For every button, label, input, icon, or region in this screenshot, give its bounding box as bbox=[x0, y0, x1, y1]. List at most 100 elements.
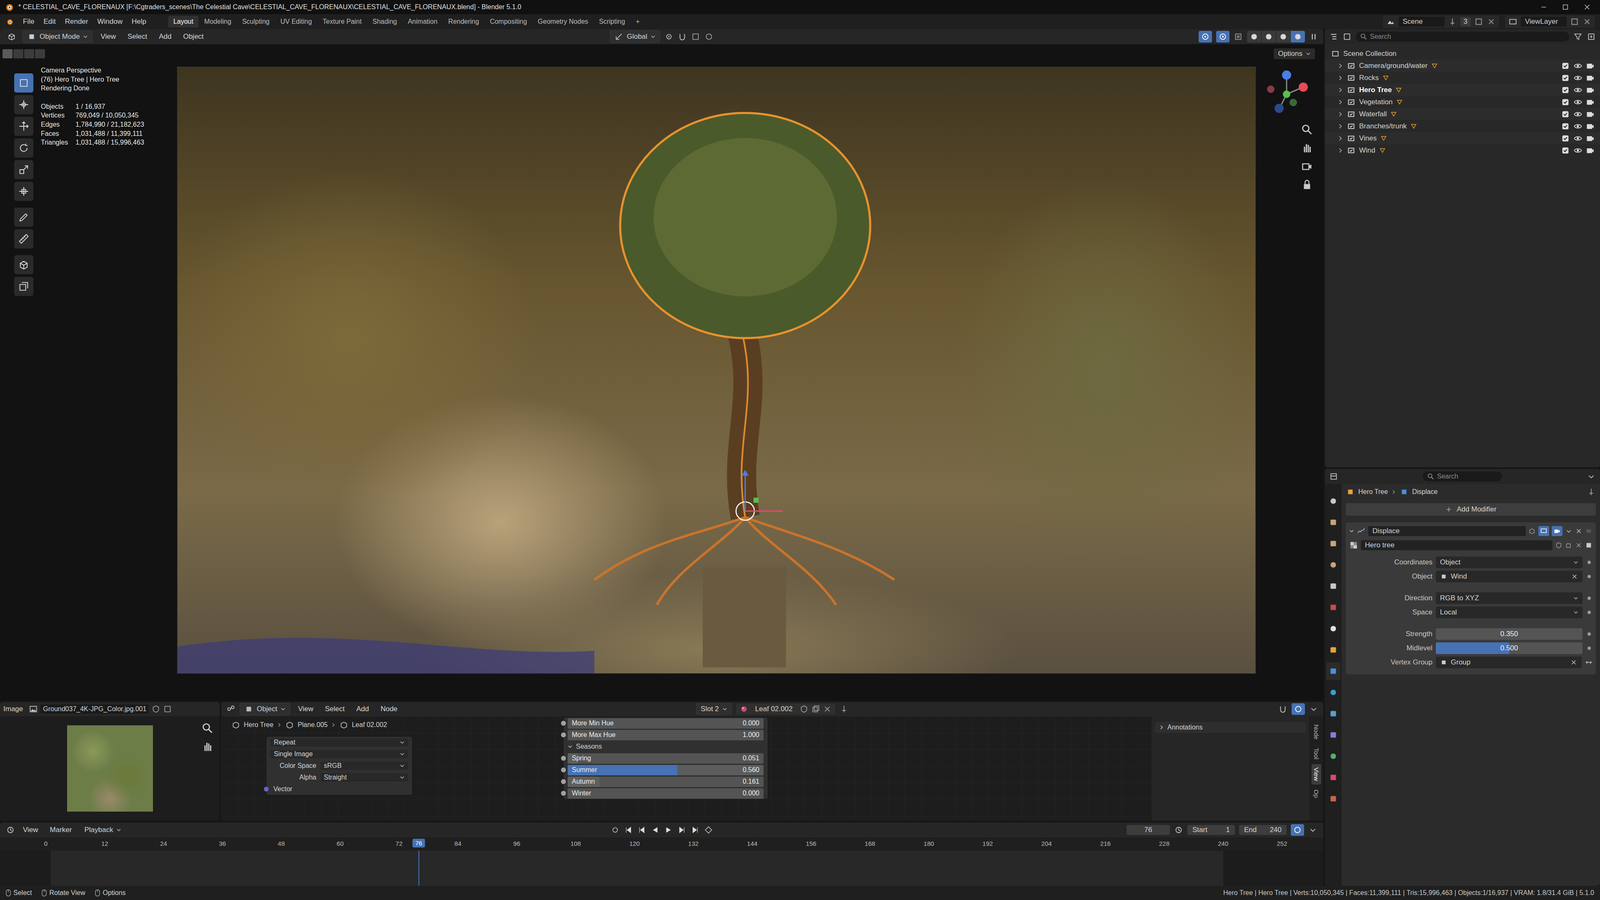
outliner-row[interactable]: Wind bbox=[1324, 144, 1600, 157]
duplicate-icon[interactable] bbox=[811, 704, 821, 714]
eye-icon[interactable] bbox=[1573, 85, 1583, 95]
outliner-row[interactable]: Hero Tree bbox=[1324, 83, 1600, 96]
pause-render-icon[interactable] bbox=[1309, 32, 1319, 42]
properties-tab[interactable] bbox=[1326, 534, 1341, 553]
tool-button[interactable] bbox=[14, 207, 34, 227]
properties-tab[interactable] bbox=[1326, 577, 1341, 595]
next-keyframe-icon[interactable] bbox=[677, 825, 687, 835]
image-texture-node[interactable]: Repeat Single Image Color Space sRGB Alp… bbox=[265, 736, 413, 796]
modifier-name-field[interactable]: Displace bbox=[1368, 525, 1526, 536]
outliner-row[interactable]: Branches/trunk bbox=[1324, 120, 1600, 133]
properties-editor-icon[interactable] bbox=[1329, 471, 1339, 481]
expand-arrow-icon[interactable] bbox=[1337, 147, 1344, 154]
checkbox-icon[interactable] bbox=[1560, 133, 1570, 143]
drag-handle-icon[interactable] bbox=[1584, 527, 1593, 535]
scene-selector[interactable]: Scene 3 bbox=[1382, 15, 1500, 28]
node-panel-header[interactable]: Seasons bbox=[567, 740, 764, 753]
options-dropdown[interactable]: Options bbox=[1273, 48, 1315, 60]
checkbox-icon[interactable] bbox=[1560, 97, 1570, 107]
input-socket[interactable] bbox=[560, 778, 567, 785]
rendered-camera-view[interactable] bbox=[177, 67, 1256, 674]
number-field[interactable]: 0.350 bbox=[1435, 628, 1583, 640]
invert-icon[interactable] bbox=[1584, 658, 1593, 667]
add-modifier-button[interactable]: Add Modifier bbox=[1345, 503, 1596, 516]
selection-mode-button[interactable] bbox=[24, 49, 35, 59]
close-icon[interactable] bbox=[1583, 3, 1591, 11]
outliner-row[interactable]: Vegetation bbox=[1324, 95, 1600, 108]
expand-arrow-icon[interactable] bbox=[1337, 135, 1344, 142]
expand-arrow-icon[interactable] bbox=[1337, 123, 1344, 130]
end-frame-field[interactable]: End240 bbox=[1239, 824, 1287, 835]
shader-type-dropdown[interactable]: Object bbox=[239, 702, 291, 716]
menu-item[interactable]: Edit bbox=[39, 15, 60, 28]
view-layer-name[interactable]: ViewLayer bbox=[1520, 16, 1567, 27]
play-reverse-icon[interactable] bbox=[650, 825, 660, 835]
season-slider[interactable]: Summer 0.560 bbox=[567, 764, 764, 776]
sidebar-tab[interactable]: Op bbox=[1311, 786, 1322, 802]
clear-icon[interactable] bbox=[1570, 572, 1579, 581]
add-workspace-button[interactable]: + bbox=[630, 15, 645, 28]
pan-hand-icon[interactable] bbox=[1300, 141, 1314, 155]
tool-button[interactable] bbox=[14, 73, 34, 93]
options-arrow-icon[interactable] bbox=[1586, 471, 1596, 481]
zoom-icon[interactable] bbox=[1300, 123, 1314, 136]
keyframe-dot[interactable] bbox=[1587, 610, 1591, 614]
color-variation-node[interactable]: More Min Hue 0.000 More Max Hue 1.000 Se… bbox=[563, 716, 769, 800]
render-camera-icon[interactable] bbox=[1585, 73, 1595, 83]
timeline-editor-icon[interactable] bbox=[5, 825, 16, 835]
season-slider[interactable]: Autumn 0.161 bbox=[567, 776, 764, 787]
node-editor-menu[interactable]: View bbox=[294, 703, 318, 715]
minimize-icon[interactable] bbox=[1539, 3, 1548, 11]
display-mode-icon[interactable] bbox=[1342, 32, 1352, 42]
node-value-field[interactable]: More Min Hue 0.000 bbox=[567, 718, 764, 729]
edit-mode-icon[interactable] bbox=[1528, 527, 1536, 535]
overlay-toggle[interactable] bbox=[1291, 703, 1305, 715]
expand-arrow-icon[interactable] bbox=[1337, 75, 1344, 81]
timeline-menu[interactable]: View bbox=[19, 823, 43, 836]
render-toggle[interactable] bbox=[1551, 525, 1563, 536]
breadcrumb-item[interactable]: Leaf 02.002 bbox=[351, 721, 388, 729]
viewport-toggle[interactable] bbox=[1538, 525, 1550, 536]
shading-mode-button[interactable] bbox=[1276, 30, 1291, 43]
expand-arrow-icon[interactable] bbox=[1349, 528, 1355, 534]
breadcrumb-item[interactable]: Hero Tree bbox=[243, 721, 274, 729]
fake-user-icon[interactable] bbox=[151, 704, 161, 714]
vertex-group-field[interactable]: Group bbox=[1435, 656, 1582, 669]
editor-type-button[interactable] bbox=[5, 30, 19, 43]
shading-mode-button[interactable] bbox=[1261, 30, 1276, 43]
expand-arrow-icon[interactable] bbox=[1337, 87, 1344, 93]
properties-tab[interactable] bbox=[1326, 789, 1341, 808]
checkbox-icon[interactable] bbox=[1560, 61, 1570, 71]
workspace-tab[interactable]: UV Editing bbox=[275, 15, 318, 28]
properties-tab[interactable] bbox=[1326, 555, 1341, 574]
pin-icon[interactable] bbox=[1586, 487, 1596, 497]
render-camera-icon[interactable] bbox=[1585, 61, 1595, 71]
node-value-field[interactable]: More Max Hue 1.000 bbox=[567, 729, 764, 741]
eye-icon[interactable] bbox=[1573, 145, 1583, 156]
properties-tab[interactable] bbox=[1326, 492, 1341, 510]
shading-mode-button[interactable] bbox=[1290, 30, 1305, 43]
selection-mode-button[interactable] bbox=[2, 49, 13, 59]
viewport-menu[interactable]: View bbox=[96, 30, 120, 43]
property-dropdown[interactable]: Local bbox=[1435, 606, 1583, 619]
selection-mode-button[interactable] bbox=[35, 49, 46, 59]
eye-icon[interactable] bbox=[1573, 97, 1583, 107]
tool-button[interactable] bbox=[14, 138, 34, 158]
modifier-menu-icon[interactable] bbox=[1564, 527, 1573, 535]
node-editor-menu[interactable]: Select bbox=[321, 703, 349, 715]
checkbox-icon[interactable] bbox=[1560, 121, 1570, 131]
timeline-menu[interactable]: Marker bbox=[46, 823, 76, 836]
show-texture-icon[interactable] bbox=[1584, 541, 1593, 549]
new-collection-icon[interactable] bbox=[1586, 32, 1596, 42]
properties-tab[interactable] bbox=[1326, 619, 1341, 638]
snap-target-icon[interactable] bbox=[691, 32, 701, 42]
zoom-icon[interactable] bbox=[201, 721, 214, 735]
keyframe-dot[interactable] bbox=[1587, 574, 1591, 579]
eye-icon[interactable] bbox=[1573, 133, 1583, 143]
workspace-tab[interactable]: Texture Paint bbox=[317, 15, 367, 28]
workspace-tab[interactable]: Geometry Nodes bbox=[532, 15, 594, 28]
property-dropdown[interactable]: Object bbox=[1435, 556, 1583, 569]
scene-name[interactable]: Scene bbox=[1398, 16, 1445, 27]
tool-button[interactable] bbox=[14, 229, 34, 249]
selection-mode-button[interactable] bbox=[13, 49, 24, 59]
